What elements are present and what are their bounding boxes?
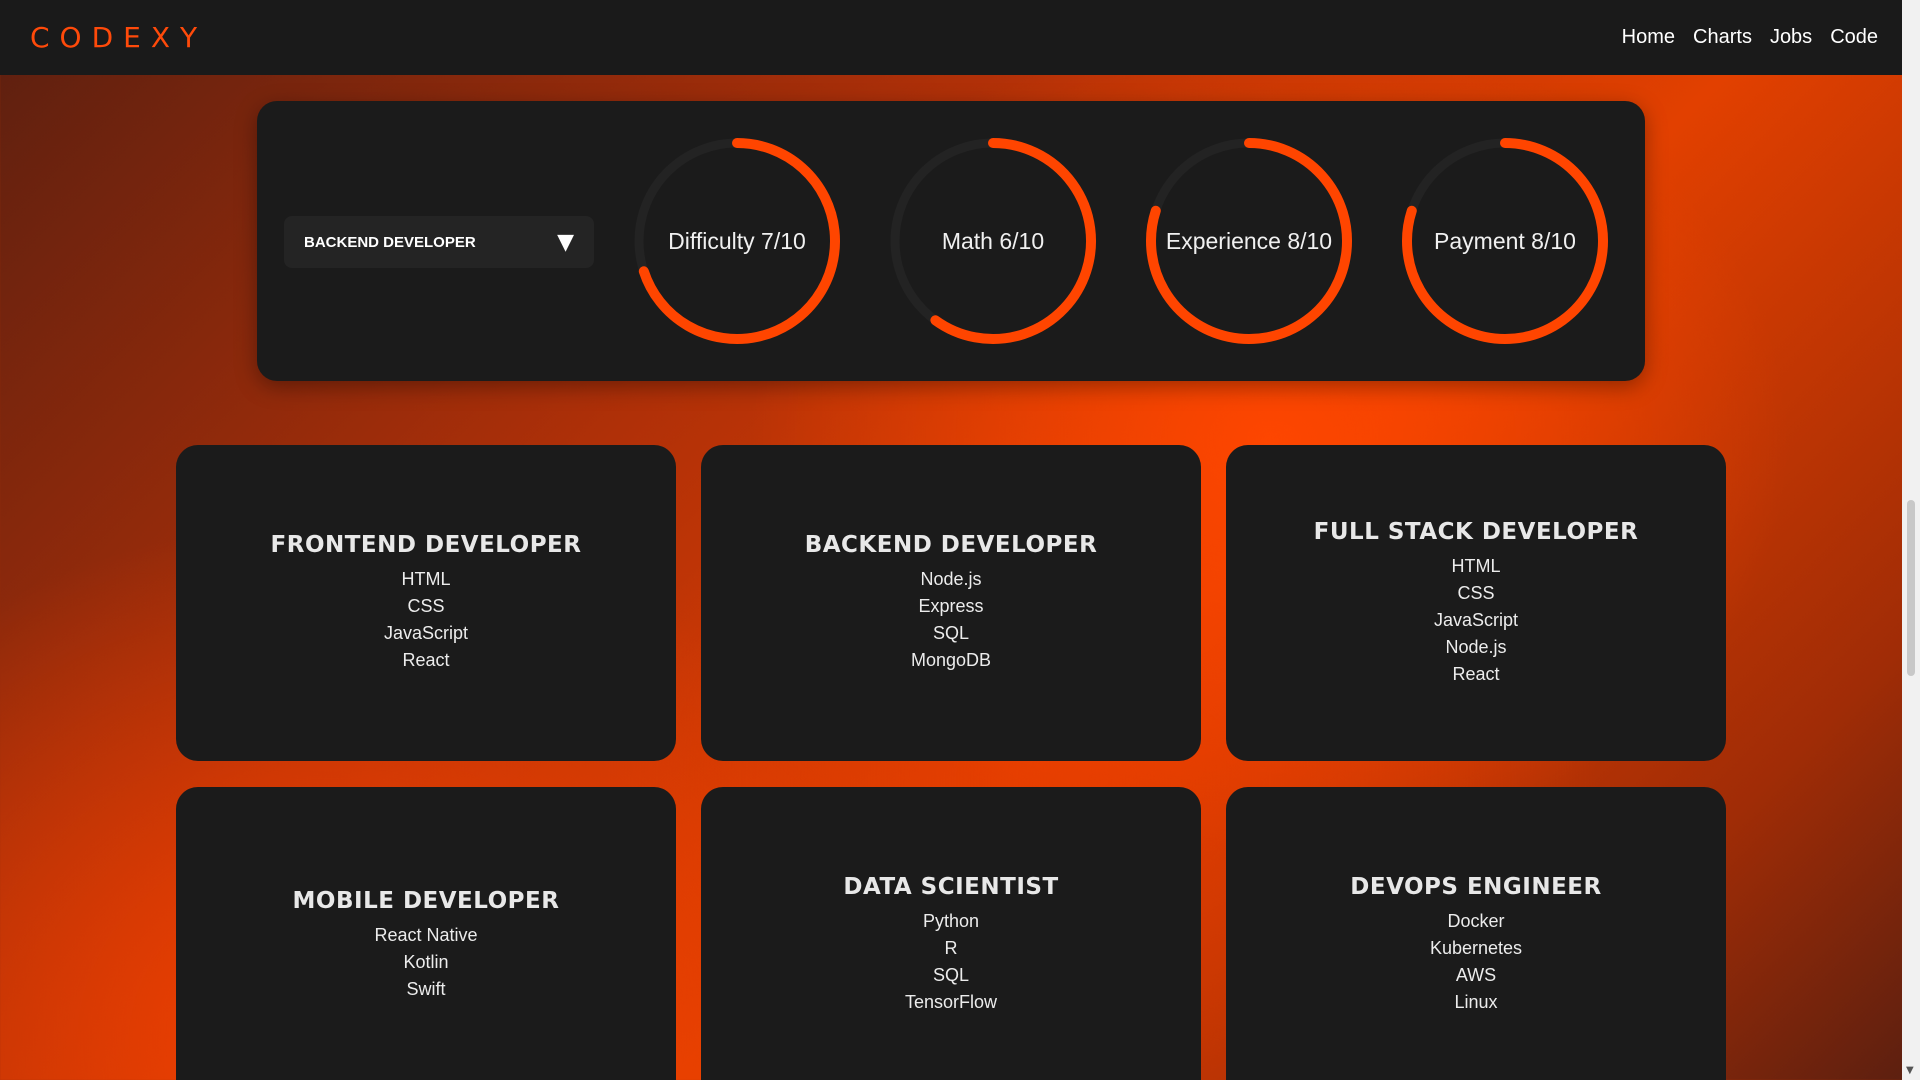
nav-links: Home Charts Jobs Code xyxy=(1622,26,1878,49)
triangle-down-icon: ▼ xyxy=(557,229,574,255)
role-card-title: BACKEND DEVELOPER xyxy=(804,532,1098,558)
role-card-title: DEVOPS ENGINEER xyxy=(1350,874,1602,900)
role-card-devops[interactable]: DEVOPS ENGINEER Docker Kubernetes AWS Li… xyxy=(1226,787,1726,1080)
skill-item: SQL xyxy=(932,965,970,985)
nav-link-home[interactable]: Home xyxy=(1622,26,1675,49)
role-select-value: BACKEND DEVELOPER xyxy=(304,233,476,251)
role-card-backend[interactable]: BACKEND DEVELOPER Node.js Express SQL Mo… xyxy=(701,445,1201,761)
navbar: CODEXY Home Charts Jobs Code xyxy=(0,0,1902,75)
role-card-title: FULL STACK DEVELOPER xyxy=(1313,518,1639,545)
payment-gauge-label: Payment 8/10 xyxy=(1434,227,1576,254)
skill-item: Docker xyxy=(1447,911,1505,931)
skill-item: React xyxy=(402,650,450,670)
skill-item: JavaScript xyxy=(1433,609,1519,630)
role-card-title: FRONTEND DEVELOPER xyxy=(270,532,582,558)
skill-item: TensorFlow xyxy=(904,992,998,1012)
skill-item: Kubernetes xyxy=(1429,938,1523,958)
payment-gauge: Payment 8/10 xyxy=(1387,123,1623,359)
math-gauge-label: Math 6/10 xyxy=(941,227,1045,254)
skill-item: HTML xyxy=(1451,555,1501,576)
skill-item: CSS xyxy=(407,596,445,616)
role-card-frontend[interactable]: FRONTEND DEVELOPER HTML CSS JavaScript R… xyxy=(176,445,676,761)
skill-item: AWS xyxy=(1455,965,1497,985)
skill-item: Node.js xyxy=(920,569,982,589)
skill-item: Node.js xyxy=(1445,636,1507,657)
experience-gauge: Experience 8/10 xyxy=(1131,123,1367,359)
role-card-title: MOBILE DEVELOPER xyxy=(292,887,560,914)
skill-item: HTML xyxy=(401,569,451,589)
nav-link-jobs[interactable]: Jobs xyxy=(1770,26,1812,49)
scroll-down-arrow-icon[interactable]: ▼ xyxy=(1906,1065,1914,1076)
role-stats-panel: BACKEND DEVELOPER ▼ Difficulty 7/10 Math… xyxy=(257,101,1645,381)
role-card-full-stack[interactable]: FULL STACK DEVELOPER HTML CSS JavaScript… xyxy=(1226,445,1726,761)
skill-item: Swift xyxy=(406,978,446,999)
role-card-data-scientist[interactable]: DATA SCIENTIST Python R SQL TensorFlow xyxy=(701,787,1201,1080)
skill-item: MongoDB xyxy=(910,650,992,670)
role-card-mobile[interactable]: MOBILE DEVELOPER React Native Kotlin Swi… xyxy=(176,787,676,1080)
difficulty-gauge-label: Difficulty 7/10 xyxy=(668,227,806,254)
experience-gauge-label: Experience 8/10 xyxy=(1165,227,1333,254)
skill-item: Linux xyxy=(1454,992,1498,1012)
skill-item: CSS xyxy=(1457,582,1495,603)
nav-link-code[interactable]: Code xyxy=(1830,26,1878,49)
scrollbar-thumb[interactable] xyxy=(1907,500,1915,676)
role-select-dropdown[interactable]: BACKEND DEVELOPER ▼ xyxy=(284,216,594,268)
math-gauge: Math 6/10 xyxy=(875,123,1111,359)
skill-item: Express xyxy=(918,596,984,616)
brand-logo[interactable]: CODEXY xyxy=(30,21,207,54)
skill-item: Python xyxy=(922,911,980,931)
skill-item: Kotlin xyxy=(403,951,449,972)
page-scrollbar[interactable]: ▼ xyxy=(1902,0,1920,1080)
skill-item: SQL xyxy=(932,623,970,643)
difficulty-gauge: Difficulty 7/10 xyxy=(619,123,855,359)
skill-item: React Native xyxy=(374,924,478,945)
skill-item: React xyxy=(1452,663,1500,684)
skill-item: R xyxy=(944,938,958,958)
skill-item: JavaScript xyxy=(383,623,469,643)
role-card-title: DATA SCIENTIST xyxy=(843,874,1059,900)
nav-link-charts[interactable]: Charts xyxy=(1693,26,1752,49)
